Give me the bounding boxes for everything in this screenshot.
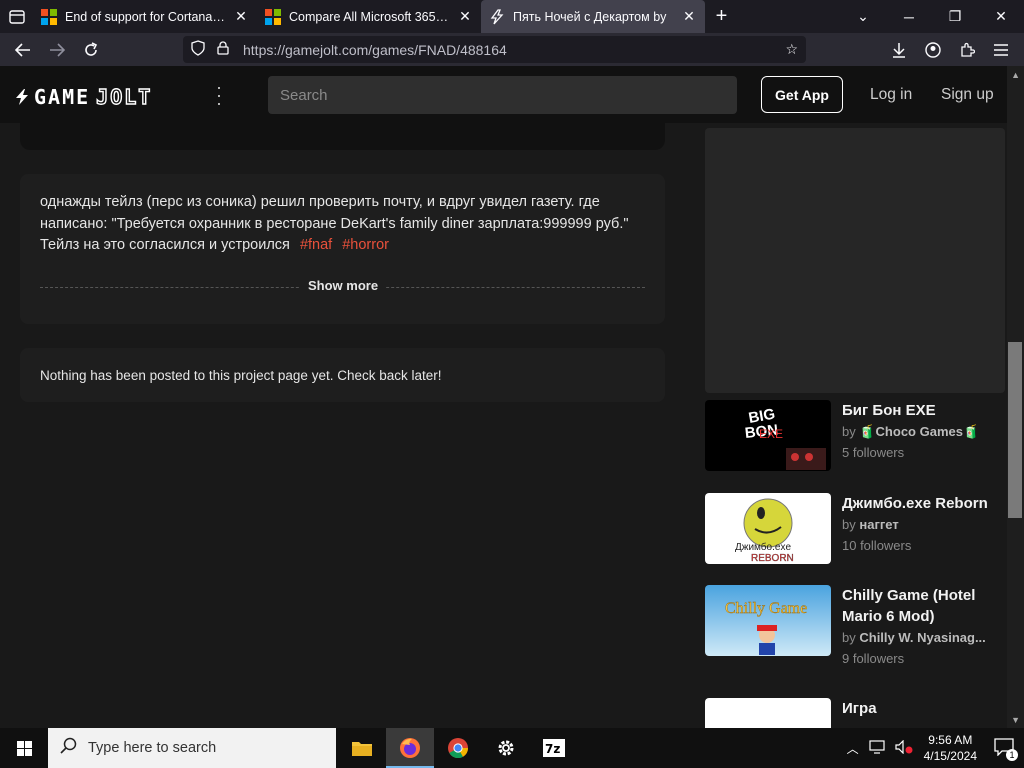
game-thumbnail[interactable]: Chilly Game	[705, 585, 831, 656]
lock-icon[interactable]	[217, 41, 229, 58]
svg-text:Джимбо.exe: Джимбо.exe	[735, 541, 791, 553]
url-text: https://gamejolt.com/games/FNAD/488164	[243, 41, 507, 58]
show-more-button[interactable]: Show more	[300, 278, 387, 293]
menu-hamburger-icon[interactable]	[984, 36, 1018, 64]
scroll-down-icon[interactable]: ▼	[1011, 715, 1020, 725]
window-close-icon[interactable]: ✕	[978, 0, 1024, 33]
game-card[interactable]: Chilly Game Chilly Game (Hotel Mario 6 M…	[705, 585, 1005, 681]
microsoft-logo-icon	[41, 8, 57, 25]
empty-posts-notice: Nothing has been posted to this project …	[20, 348, 665, 402]
taskbar-search-input[interactable]: Type here to search	[48, 728, 336, 768]
tab-title: Пять Ночей с Декартом by	[513, 9, 667, 24]
tab-list-icon[interactable]	[0, 0, 33, 33]
game-card[interactable]: Джимбо.exe REBORN Джимбо.exe Reborn by н…	[705, 493, 1005, 567]
game-author: by 🧃Choco Games🧃	[842, 424, 980, 439]
browser-tab-3[interactable]: Пять Ночей с Декартом by ✕	[481, 0, 705, 33]
notifications-icon[interactable]: 1	[994, 737, 1018, 761]
description-card: однажды тейлз (перс из соника) решил про…	[20, 174, 665, 324]
downloads-icon[interactable]	[882, 36, 916, 64]
settings-gear-icon[interactable]	[482, 728, 530, 768]
bolt-icon	[16, 89, 28, 105]
get-app-button[interactable]: Get App	[761, 76, 843, 113]
ad-slot	[705, 128, 1005, 393]
tab-title: Compare All Microsoft 365 Plans	[289, 9, 451, 24]
game-card[interactable]: BIG BON EXE Биг Бон EXE by 🧃Choco Games🧃…	[705, 400, 1005, 474]
minimize-icon[interactable]: ─	[886, 0, 932, 33]
close-icon[interactable]: ✕	[233, 8, 249, 25]
back-arrow-icon[interactable]	[6, 36, 40, 64]
page-scrollbar[interactable]: ▲ ▼	[1007, 66, 1024, 728]
game-thumbnail[interactable]: BIG BON EXE	[705, 400, 831, 471]
network-icon[interactable]	[869, 739, 885, 757]
restore-icon[interactable]: ❐	[932, 0, 978, 33]
reload-icon[interactable]	[74, 36, 108, 64]
gamejolt-bolt-icon	[489, 8, 505, 25]
game-title[interactable]: Chilly Game (Hotel Mario 6 Mod)	[842, 585, 1005, 627]
microsoft-logo-icon	[265, 8, 281, 25]
forward-arrow-icon[interactable]	[40, 36, 74, 64]
tab-title: End of support for Cortana - Mi	[65, 9, 227, 24]
game-author: by наггет	[842, 517, 899, 532]
description-text: однажды тейлз (перс из соника) решил про…	[40, 194, 629, 253]
system-tray: ︿ 9:56 AM 4/15/2024 1	[842, 728, 1024, 768]
search-icon	[60, 737, 78, 759]
close-icon[interactable]: ✕	[457, 8, 473, 25]
browser-nav-bar: https://gamejolt.com/games/FNAD/488164 ☆	[0, 33, 1024, 66]
signup-link[interactable]: Sign up	[941, 86, 994, 104]
windows-taskbar: Type here to search 7z ︿ 9:56 AM 4/15/20…	[0, 728, 1024, 768]
address-bar[interactable]: https://gamejolt.com/games/FNAD/488164 ☆	[183, 36, 806, 63]
more-options-icon[interactable]: · · ·	[214, 78, 224, 112]
game-title[interactable]: Игра	[842, 698, 1005, 719]
svg-text:EXE: EXE	[759, 427, 783, 441]
svg-text:REBORN: REBORN	[751, 553, 794, 564]
firefox-icon[interactable]	[386, 728, 434, 768]
site-header: GAME JOLT · · · Search Get App Log in Sign…	[0, 66, 1007, 123]
game-author: by Chilly W. Nyasinag...	[842, 630, 986, 645]
game-thumbnail[interactable]: Джимбо.exe REBORN	[705, 493, 831, 564]
close-icon[interactable]: ✕	[681, 8, 697, 25]
scrollbar-thumb[interactable]	[1008, 342, 1022, 518]
windows-start-icon[interactable]	[0, 728, 48, 768]
new-tab-icon[interactable]: +	[705, 0, 738, 33]
game-followers: 5 followers	[842, 445, 905, 460]
chevron-down-icon[interactable]: ⌄	[840, 0, 886, 33]
game-followers: 10 followers	[842, 538, 912, 553]
svg-text:7z: 7z	[545, 742, 560, 756]
7zip-icon[interactable]: 7z	[530, 728, 578, 768]
account-icon[interactable]	[916, 36, 950, 64]
extensions-icon[interactable]	[950, 36, 984, 64]
login-link[interactable]: Log in	[870, 86, 912, 104]
game-followers: 9 followers	[842, 651, 905, 666]
search-input[interactable]: Search	[268, 76, 737, 114]
gamejolt-logo[interactable]: GAME JOLT	[14, 84, 152, 110]
game-title[interactable]: Биг Бон EXE	[842, 400, 1005, 421]
game-title[interactable]: Джимбо.exe Reborn	[842, 493, 1005, 514]
clock[interactable]: 9:56 AM 4/15/2024	[924, 732, 977, 764]
volume-muted-icon[interactable]	[895, 739, 913, 757]
game-thumbnail[interactable]	[705, 698, 831, 728]
web-page: однажды тейлз (перс из соника) решил про…	[0, 66, 1024, 728]
chrome-icon[interactable]	[434, 728, 482, 768]
bookmark-star-icon[interactable]: ☆	[785, 41, 798, 58]
tag-link[interactable]: #horror	[342, 237, 389, 253]
browser-tab-2[interactable]: Compare All Microsoft 365 Plans ✕	[257, 0, 481, 33]
chevron-up-icon[interactable]: ︿	[847, 740, 859, 757]
tag-link[interactable]: #fnaf	[300, 237, 332, 253]
browser-tab-bar: End of support for Cortana - Mi ✕ Compar…	[0, 0, 1024, 33]
shield-icon[interactable]	[191, 40, 205, 59]
browser-tab-1[interactable]: End of support for Cortana - Mi ✕	[33, 0, 257, 33]
scroll-up-icon[interactable]: ▲	[1011, 70, 1020, 80]
svg-text:Chilly Game: Chilly Game	[725, 600, 807, 617]
file-explorer-icon[interactable]	[338, 728, 386, 768]
game-card[interactable]: Игра	[705, 698, 1005, 728]
